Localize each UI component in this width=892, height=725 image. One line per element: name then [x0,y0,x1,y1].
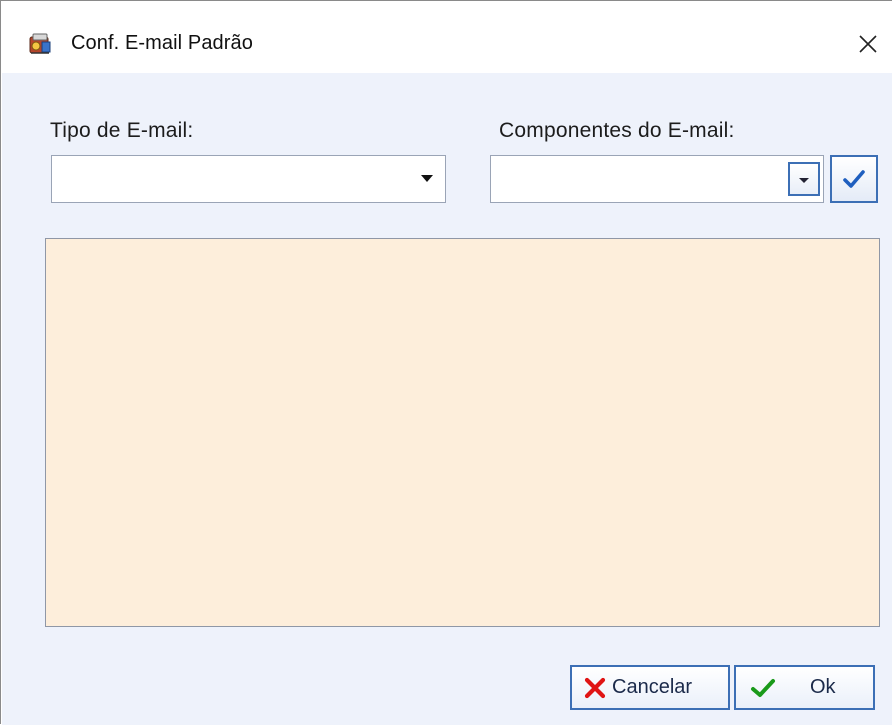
chevron-down-icon [421,175,433,182]
ok-button[interactable]: Ok [734,665,875,710]
insert-component-button[interactable] [830,155,878,203]
close-icon [859,35,877,53]
ok-button-label: Ok [810,676,836,698]
componentes-dropdown-button[interactable] [788,162,820,196]
cancel-button-label: Cancelar [612,676,693,698]
checkmark-icon [843,170,865,188]
close-button[interactable] [851,27,885,61]
tipo-email-select[interactable] [51,155,446,203]
window-title: Conf. E-mail Padrão [71,32,253,54]
title-bar: Conf. E-mail Padrão [1,1,892,73]
cancel-x-icon [584,677,606,699]
email-body-textarea[interactable] [45,238,880,627]
dialog-window: Conf. E-mail Padrão Tipo de E-mail: Comp… [0,0,892,725]
componentes-email-select[interactable] [490,155,824,203]
cancel-button[interactable]: Cancelar [570,665,730,710]
checkmark-icon [750,677,776,699]
componentes-email-label: Componentes do E-mail: [499,119,735,142]
app-icon [27,31,53,57]
chevron-down-icon [799,177,809,183]
tipo-email-label: Tipo de E-mail: [50,119,194,142]
